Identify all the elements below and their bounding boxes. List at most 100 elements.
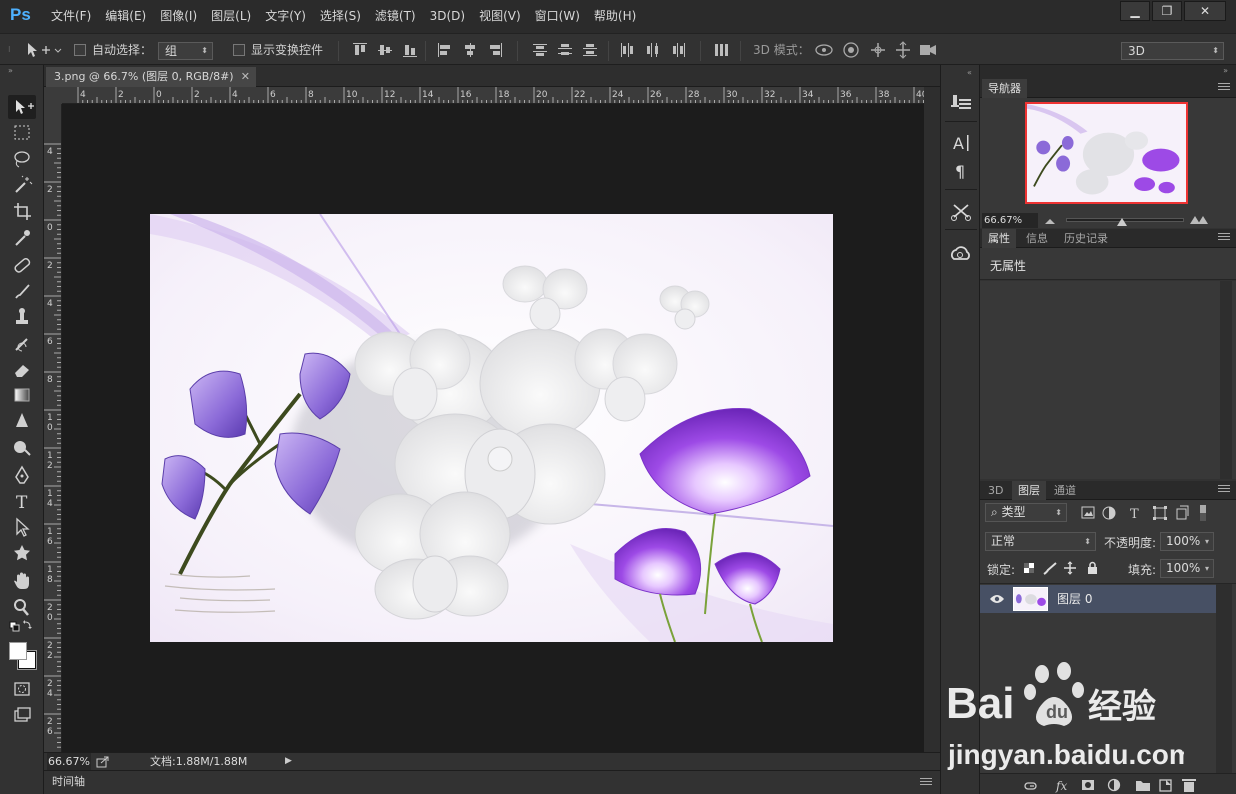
- menu-type[interactable]: 文字(Y): [258, 0, 313, 33]
- menu-layer[interactable]: 图层(L): [204, 0, 258, 33]
- menu-window[interactable]: 窗口(W): [528, 0, 587, 33]
- paragraph-panel-icon[interactable]: ¶: [947, 159, 975, 183]
- pen-tool-icon[interactable]: [8, 463, 36, 487]
- lock-image-pixels-icon[interactable]: [1043, 562, 1057, 575]
- history-brush-tool-icon[interactable]: [8, 331, 36, 355]
- menu-select[interactable]: 选择(S): [313, 0, 368, 33]
- distribute-bottom-icon[interactable]: [583, 43, 597, 57]
- menu-file[interactable]: 文件(F): [44, 0, 98, 33]
- orbit-3d-icon[interactable]: [815, 44, 833, 56]
- panel-menu-icon[interactable]: [1218, 83, 1230, 93]
- lasso-tool-icon[interactable]: [8, 147, 36, 171]
- blend-mode-dropdown[interactable]: 正常 ⬍: [985, 532, 1096, 551]
- navigator-zoom-slider[interactable]: [1066, 218, 1184, 226]
- crop-tool-icon[interactable]: [8, 199, 36, 223]
- magic-wand-tool-icon[interactable]: [8, 173, 36, 197]
- align-top-icon[interactable]: [353, 43, 367, 57]
- menu-filter[interactable]: 滤镜(T): [368, 0, 423, 33]
- eyedropper-tool-icon[interactable]: [8, 225, 36, 249]
- collapse-strip-icon[interactable]: «: [967, 68, 972, 77]
- blur-tool-icon[interactable]: [8, 409, 36, 433]
- document-tab[interactable]: 3.png @ 66.7% (图层 0, RGB/8#) ✕: [46, 67, 256, 87]
- lock-position-icon[interactable]: [1064, 561, 1076, 575]
- slide-3d-icon[interactable]: [896, 41, 910, 59]
- zoom-in-icon[interactable]: [1190, 213, 1208, 228]
- foreground-color-swatch[interactable]: [9, 642, 27, 660]
- workspace-dropdown[interactable]: 3D ⬍: [1121, 42, 1224, 60]
- tab-navigator[interactable]: 导航器: [982, 79, 1027, 98]
- hand-tool-icon[interactable]: [8, 569, 36, 593]
- new-layer-icon[interactable]: [1159, 779, 1172, 792]
- auto-align-icon[interactable]: [714, 43, 728, 57]
- align-right-icon[interactable]: [488, 43, 502, 57]
- status-zoom-field[interactable]: 66.67%: [47, 753, 91, 770]
- creative-cloud-icon[interactable]: [947, 242, 975, 266]
- distribute-left-icon[interactable]: [620, 43, 634, 57]
- path-selection-tool-icon[interactable]: [8, 515, 36, 539]
- layers-scrollbar[interactable]: [1216, 584, 1232, 774]
- align-hcenter-icon[interactable]: [463, 43, 477, 57]
- minimize-button[interactable]: ▁: [1120, 1, 1150, 21]
- navigator-zoom-field[interactable]: 66.67%: [982, 213, 1038, 228]
- vertical-scrollbar[interactable]: [924, 87, 940, 752]
- quick-mask-icon[interactable]: [8, 677, 36, 701]
- tools-panel-collapse-icon[interactable]: »: [0, 65, 43, 79]
- default-colors-icon[interactable]: [8, 619, 36, 635]
- distribute-right-icon[interactable]: [672, 43, 686, 57]
- close-tab-icon[interactable]: ✕: [241, 67, 250, 87]
- healing-brush-tool-icon[interactable]: [8, 253, 36, 277]
- auto-select-dropdown[interactable]: 组 ⬍: [158, 42, 213, 60]
- layer-name[interactable]: 图层 0: [1057, 585, 1092, 613]
- timeline-tab[interactable]: 时间轴: [52, 771, 85, 793]
- lock-transparent-pixels-icon[interactable]: [1024, 563, 1034, 573]
- layer-style-fx-icon[interactable]: fx: [1055, 779, 1067, 793]
- menu-edit[interactable]: 编辑(E): [98, 0, 153, 33]
- properties-scrollbar[interactable]: [1220, 281, 1232, 479]
- eye-icon[interactable]: [989, 593, 1005, 608]
- layer-filter-dropdown[interactable]: ⌕ 类型 ⬍: [985, 503, 1067, 522]
- menu-view[interactable]: 视图(V): [472, 0, 528, 33]
- filter-smart-object-icon[interactable]: [1176, 505, 1189, 520]
- tool-presets-icon[interactable]: [947, 89, 975, 113]
- delete-layer-icon[interactable]: [1182, 779, 1196, 792]
- menu-image[interactable]: 图像(I): [153, 0, 204, 33]
- tab-properties[interactable]: 属性: [982, 229, 1016, 248]
- vertical-ruler[interactable]: 4202468101214161820222426: [44, 104, 62, 752]
- status-menu-arrow-icon[interactable]: ▶: [285, 753, 292, 770]
- horizontal-ruler[interactable]: 420246810121416182022242628303234363840: [62, 87, 924, 104]
- zoom-tool-icon[interactable]: [8, 595, 36, 619]
- menu-3d[interactable]: 3D(D): [423, 0, 472, 33]
- tab-history[interactable]: 历史记录: [1058, 229, 1114, 248]
- move-tool-icon[interactable]: [8, 95, 36, 119]
- character-panel-icon[interactable]: A: [947, 131, 975, 155]
- ruler-origin[interactable]: [44, 87, 62, 104]
- panel-menu-icon[interactable]: [1218, 485, 1230, 495]
- zoom-out-icon[interactable]: [1044, 215, 1056, 229]
- filter-type-icon[interactable]: T: [1130, 507, 1139, 522]
- gradient-tool-icon[interactable]: [8, 383, 36, 407]
- tab-info[interactable]: 信息: [1020, 229, 1054, 248]
- close-button[interactable]: ✕: [1184, 1, 1226, 21]
- tab-layers[interactable]: 图层: [1012, 481, 1046, 500]
- filter-shape-icon[interactable]: [1153, 506, 1167, 520]
- eraser-tool-icon[interactable]: [8, 357, 36, 381]
- filter-toggle-icon[interactable]: [1200, 505, 1206, 521]
- navigator-thumbnail[interactable]: [1025, 102, 1188, 204]
- brush-tool-icon[interactable]: [8, 279, 36, 303]
- drag-3d-icon[interactable]: [871, 43, 885, 57]
- link-layers-icon[interactable]: [1024, 782, 1037, 790]
- distribute-top-icon[interactable]: [533, 43, 547, 57]
- marquee-tool-icon[interactable]: [8, 121, 36, 145]
- menu-help[interactable]: 帮助(H): [587, 0, 643, 33]
- new-group-icon[interactable]: [1136, 781, 1150, 791]
- auto-select-checkbox[interactable]: 自动选择：: [74, 34, 152, 66]
- align-bottom-icon[interactable]: [403, 43, 417, 57]
- tab-3d[interactable]: 3D: [982, 481, 1009, 500]
- distribute-vcenter-icon[interactable]: [558, 43, 572, 57]
- move-tool-preset-picker[interactable]: [24, 34, 64, 66]
- tools-scissors-icon[interactable]: [947, 199, 975, 223]
- clone-stamp-tool-icon[interactable]: [8, 305, 36, 329]
- distribute-hcenter-icon[interactable]: [646, 43, 660, 57]
- custom-shape-tool-icon[interactable]: [8, 541, 36, 565]
- slider-thumb-icon[interactable]: [1117, 215, 1127, 229]
